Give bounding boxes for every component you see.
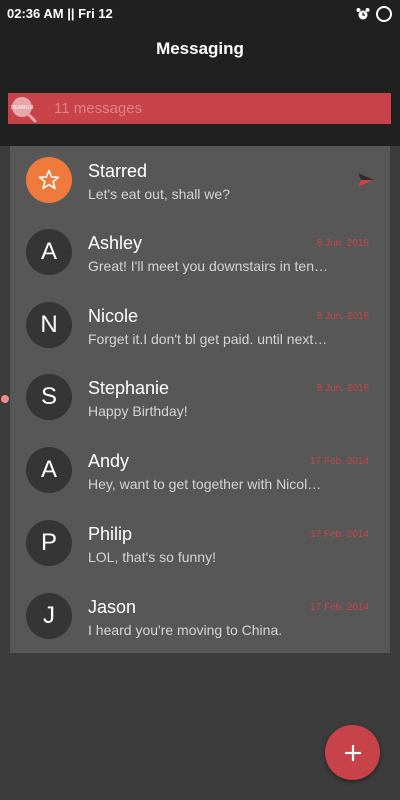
conversation-item[interactable]: A Andy Hey, want to get together with Ni… [10,436,390,508]
plus-icon [344,744,361,761]
compose-button[interactable] [325,725,380,780]
conversation-preview: I heard you're moving to China. [88,622,283,638]
conversation-name: Starred [88,161,148,181]
status-bar: 02:36 AM || Fri 12 [0,0,400,28]
conversation-item-starred[interactable]: Starred Let's eat out, shall we? [10,146,390,218]
search-input[interactable] [54,93,384,124]
ring-icon [376,6,392,22]
conversation-list: Starred Let's eat out, shall we? A Ashle… [1,146,390,654]
conversation-item[interactable]: P Philip LOL, that's so funny! 17 Feb. 2… [10,509,390,581]
conversation-preview: Forget it.I don't bl get paid. until nex… [88,331,328,347]
conversation-item[interactable]: A Ashley Great! I'll meet you downstairs… [10,218,390,290]
avatar: S [26,374,72,420]
conversation-date: 17 Feb. 2014 [310,529,369,540]
conversation-date: 8 Jun. 2016 [316,383,369,394]
conversation-date: 8 Jun. 2016 [316,238,369,249]
conversation-preview: Happy Birthday! [88,403,188,419]
status-icons [356,6,392,22]
avatar: J [26,593,72,639]
conversation-item[interactable]: N Nicole Forget it.I don't bl get paid. … [10,291,390,363]
conversation-name: Stephanie [88,378,170,398]
search-icon[interactable]: SEARCH [9,95,41,123]
conversation-name: Nicole [88,306,139,326]
conversation-name: Jason [88,597,137,617]
conversation-date: 17 Feb. 2014 [310,602,369,613]
conversation-date: 8 Jun. 2016 [316,311,369,322]
avatar: P [26,520,72,566]
send-icon[interactable] [358,173,374,187]
conversation-item[interactable]: J Jason I heard you're moving to China. … [10,582,390,654]
conversation-name: Philip [88,524,133,544]
conversation-item[interactable]: S Stephanie Happy Birthday! 8 Jun. 2016 [1,363,390,435]
conversation-name: Andy [88,451,130,471]
avatar: N [26,302,72,348]
search-icon-label: SEARCH [11,105,34,111]
conversation-preview: LOL, that's so funny! [88,549,216,565]
top-bar: 02:36 AM || Fri 12 Messaging SEARCH [0,0,400,146]
conversation-preview: Great! I'll meet you downstairs in ten m… [88,258,328,274]
conversation-name: Ashley [88,233,143,253]
avatar [26,157,72,203]
unread-indicator [1,395,9,403]
star-icon [38,169,60,190]
page-title: Messaging [156,39,244,58]
status-time: 02:36 AM || Fri 12 [7,6,113,21]
conversation-preview: Hey, want to get together with Nicole to… [88,476,328,492]
avatar: A [26,229,72,275]
conversation-date: 17 Feb. 2014 [310,456,369,467]
alarm-clock-icon [356,8,370,20]
search-bar[interactable]: SEARCH [8,93,391,124]
avatar: A [26,447,72,493]
conversation-preview: Let's eat out, shall we? [88,186,230,202]
